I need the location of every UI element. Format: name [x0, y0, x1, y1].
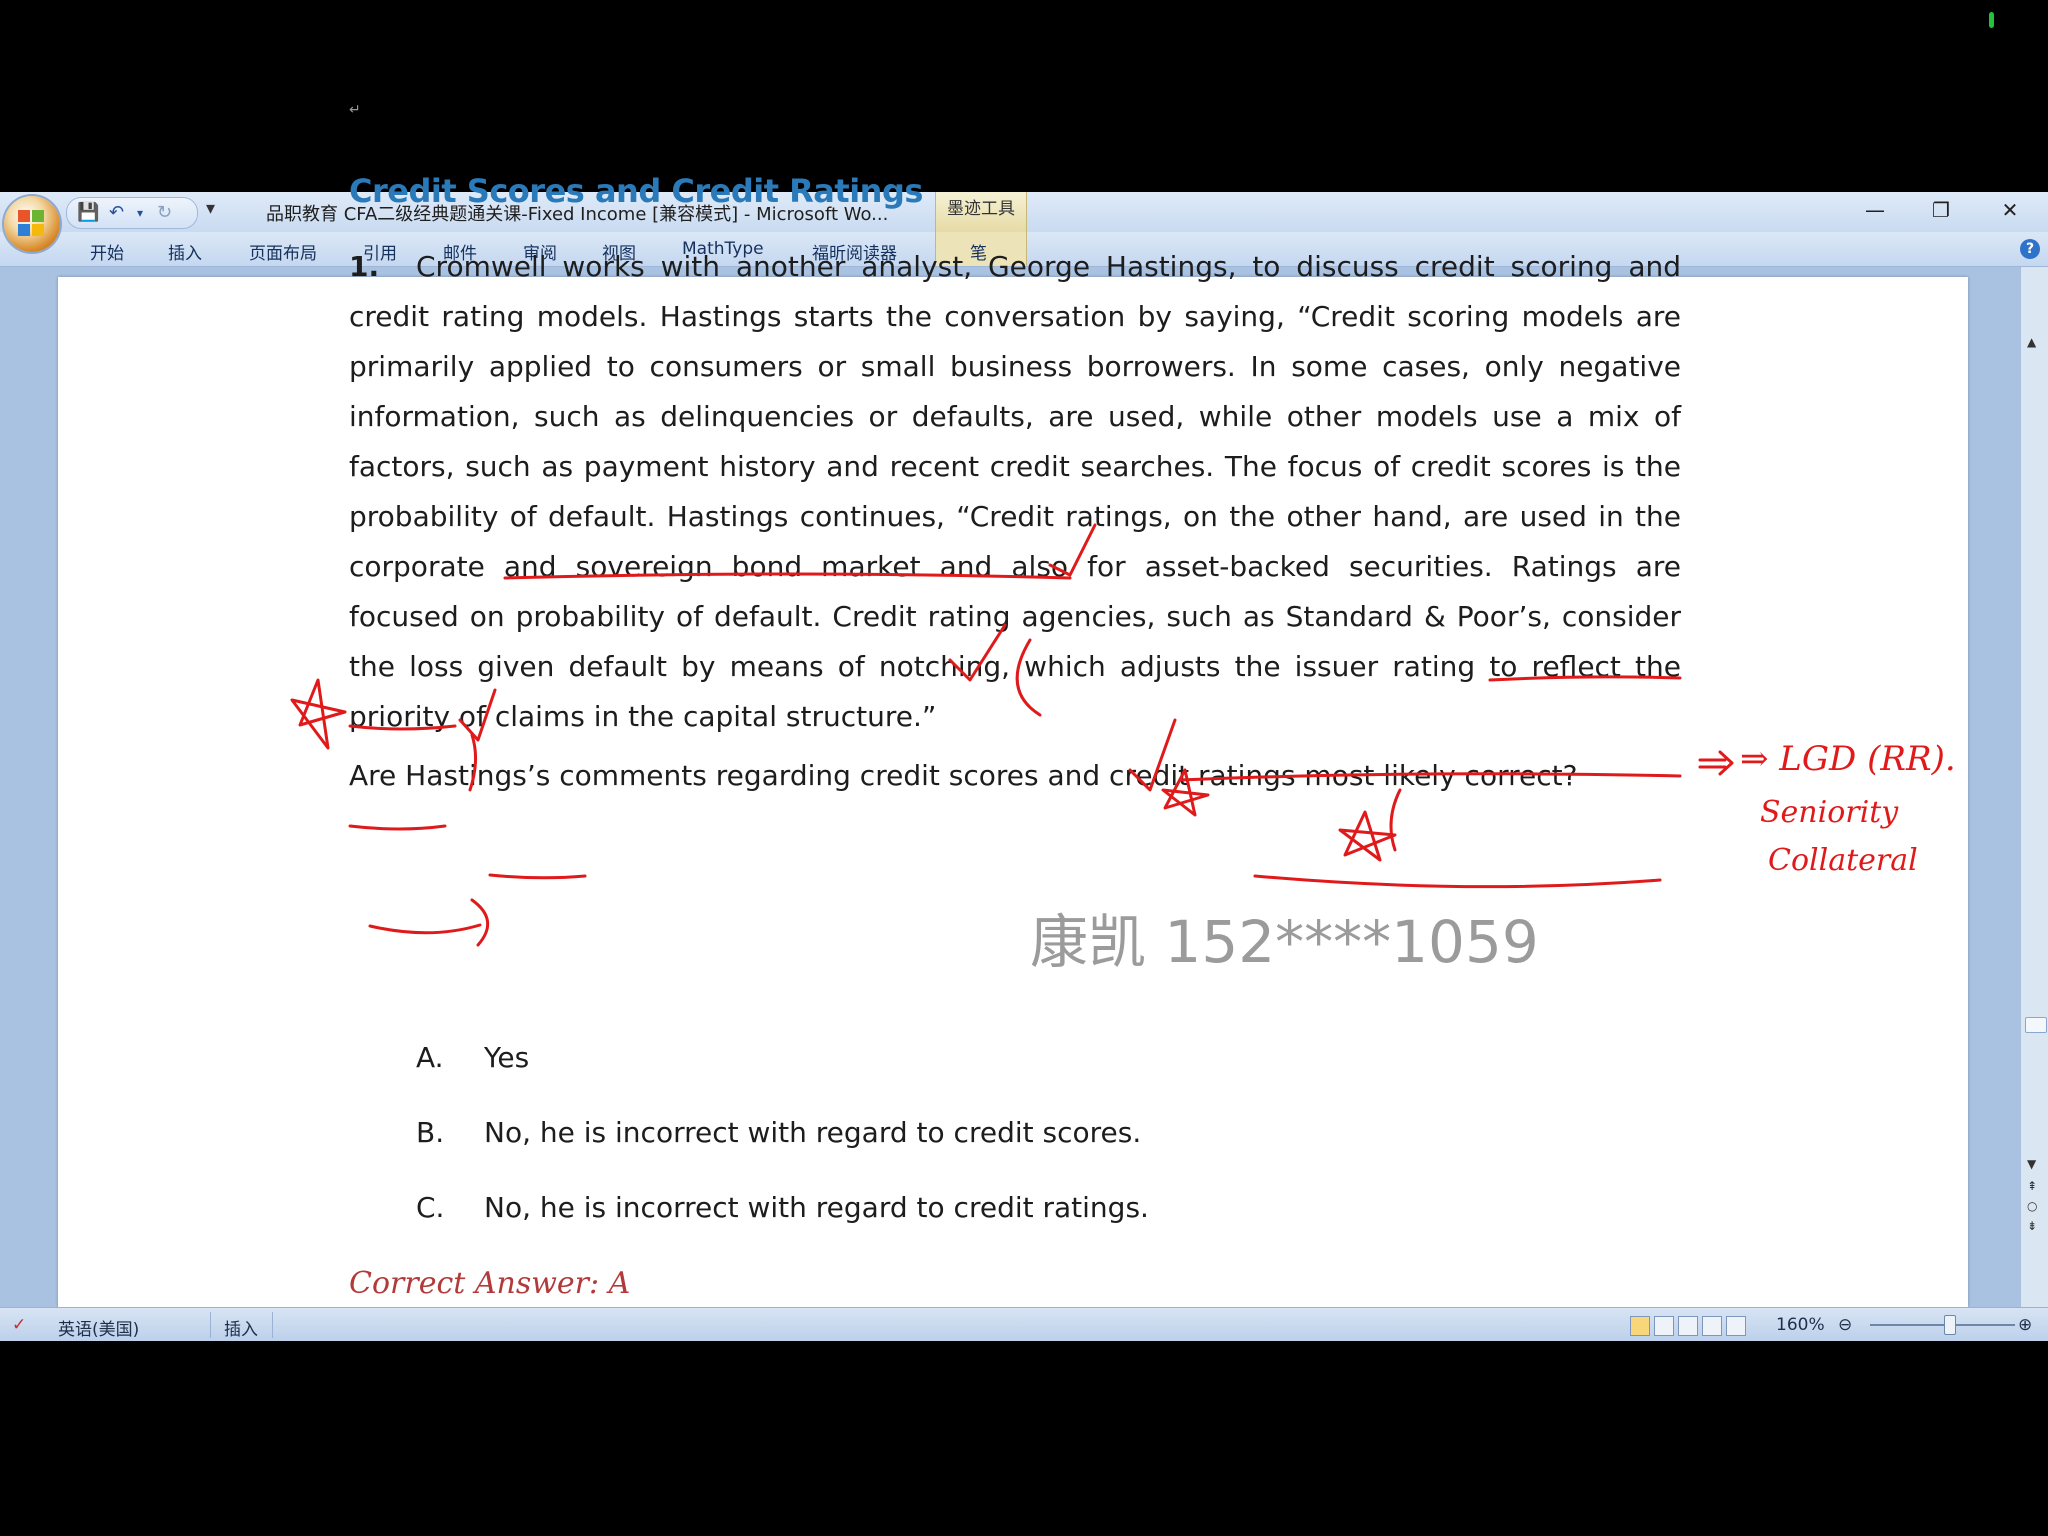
zoom-slider-track[interactable] — [1870, 1324, 2015, 1326]
full-screen-reading-view-icon[interactable] — [1654, 1316, 1674, 1336]
scroll-up-icon[interactable]: ▲ — [2027, 335, 2036, 349]
status-bar: ✓ 英语(美国) 插入 160% ⊖ ⊕ — [0, 1307, 2048, 1341]
section-heading: Credit Scores and Credit Ratings — [349, 172, 923, 210]
title-bar: 💾 ↶ ▾ ↻ ▾ 品职教育 CFA二级经典题通关课-Fixed Income … — [0, 192, 2048, 232]
correct-answer: Correct Answer: A — [349, 1266, 631, 1301]
status-separator — [210, 1312, 211, 1338]
office-logo-icon — [18, 210, 46, 238]
recording-indicator — [1989, 12, 1994, 28]
option-label: A. — [416, 1041, 444, 1074]
question-body: Cromwell works with another analyst, Geo… — [349, 250, 1681, 733]
option-text: No, he is incorrect with regard to credi… — [484, 1116, 1142, 1149]
minimize-button[interactable]: — — [1860, 198, 1890, 222]
zoom-slider-knob[interactable] — [1944, 1315, 1956, 1335]
ink-tools-context-tab[interactable]: 墨迹工具 — [935, 192, 1027, 232]
scrollbar-thumb[interactable] — [2025, 1017, 2047, 1033]
option-c: C. No, he is incorrect with regard to cre… — [416, 1191, 1149, 1224]
language-indicator[interactable]: 英语(美国) — [58, 1315, 139, 1340]
quick-access-toolbar: 💾 ↶ ▾ ↻ — [66, 197, 198, 229]
draft-view-icon[interactable] — [1726, 1316, 1746, 1336]
option-label: C. — [416, 1191, 445, 1224]
close-button[interactable]: ✕ — [1995, 198, 2025, 222]
tab-home[interactable]: 开始 — [90, 239, 124, 264]
question-prompt: Are Hastings’s comments regarding credit… — [349, 759, 1578, 792]
scroll-down-icon[interactable]: ▼ — [2027, 1157, 2036, 1171]
office-button[interactable] — [4, 196, 60, 252]
tab-insert[interactable]: 插入 — [168, 239, 202, 264]
question-paragraph: 1. Cromwell works with another analyst, G… — [349, 242, 1681, 742]
option-text: Yes — [484, 1041, 530, 1074]
paragraph-mark: ↵ — [349, 102, 361, 118]
previous-page-icon[interactable]: ⇞ — [2027, 1179, 2037, 1193]
option-text: No, he is incorrect with regard to credi… — [484, 1191, 1149, 1224]
save-icon[interactable]: 💾 — [77, 202, 99, 223]
option-label: B. — [416, 1116, 445, 1149]
help-icon[interactable]: ? — [2020, 239, 2040, 259]
option-a: A. Yes — [416, 1041, 529, 1074]
spelling-status-icon[interactable]: ✓ — [12, 1315, 26, 1335]
option-b: B. No, he is incorrect with regard to cre… — [416, 1116, 1141, 1149]
zoom-out-icon[interactable]: ⊖ — [1838, 1315, 1852, 1335]
customize-qat-icon[interactable]: ▾ — [206, 198, 215, 219]
select-browse-object-icon[interactable]: ○ — [2027, 1199, 2037, 1213]
user-watermark: 康凯 152****1059 — [1030, 908, 1539, 976]
next-page-icon[interactable]: ⇟ — [2027, 1219, 2037, 1233]
web-layout-view-icon[interactable] — [1678, 1316, 1698, 1336]
print-layout-view-icon[interactable] — [1630, 1316, 1650, 1336]
zoom-level[interactable]: 160% — [1776, 1315, 1825, 1335]
insert-mode-indicator[interactable]: 插入 — [224, 1315, 258, 1340]
vertical-scrollbar[interactable]: ▲ ▼ ⇞ ○ ⇟ — [2020, 267, 2048, 1307]
tab-page-layout[interactable]: 页面布局 — [249, 239, 317, 264]
undo-icon[interactable]: ↶ — [109, 202, 124, 223]
question-number: 1. — [349, 250, 380, 283]
outline-view-icon[interactable] — [1702, 1316, 1722, 1336]
redo-icon[interactable]: ↻ — [157, 202, 172, 223]
restore-button[interactable]: ❐ — [1926, 198, 1956, 222]
status-separator — [272, 1312, 273, 1338]
undo-dropdown-icon[interactable]: ▾ — [137, 206, 143, 220]
zoom-in-icon[interactable]: ⊕ — [2018, 1315, 2032, 1335]
